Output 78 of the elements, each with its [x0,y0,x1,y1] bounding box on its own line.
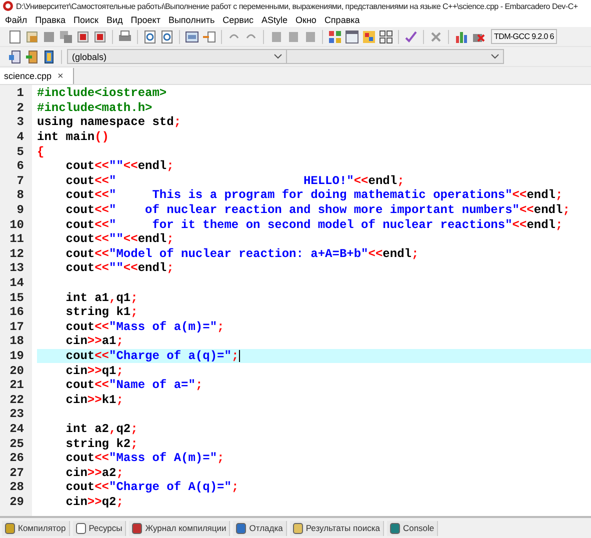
code-line: cin>>a1; [64,334,124,349]
code-line: #include<iostream> [37,86,168,101]
menu-item[interactable]: Поиск [72,14,104,24]
open-file-icon[interactable] [25,30,39,44]
find-icon[interactable] [143,30,157,44]
new-file-icon[interactable] [8,30,22,44]
window-icon[interactable] [185,30,199,44]
dropdown-caret-icon [274,54,282,59]
code-line: cout<<"Mass of a(m)="; [64,320,226,334]
resources-tab-icon [76,522,86,534]
compile-run-icon[interactable] [362,30,376,44]
save-all-icon[interactable] [59,30,73,44]
menu-item[interactable]: Окно [294,14,322,24]
code-line: cout<<" of nuclear reaction and show more important numbers"<<endl; [64,202,571,218]
code-line: cout<<" This is a program for doing mathematic operations"<<endl; [64,188,564,203]
log-tab-icon [132,522,142,534]
panel-tab[interactable]: Результаты поиска [290,520,384,536]
panel-tab[interactable]: Компилятор [2,520,70,536]
code-line: cout<<" HELLO!"<<endl; [64,174,406,188]
debug-tab-icon [236,522,246,534]
scope-select[interactable]: (globals) [67,49,287,64]
menu-item[interactable]: Проект [128,14,166,24]
code-line: string k1; [64,304,139,320]
code-line: { [37,144,46,159]
panel-tab[interactable]: Журнал компиляции [129,520,230,536]
compiler-select[interactable]: TDM-GCC 9.2.0 6 [491,29,557,44]
code-line: cout<<""<<endl; [64,261,175,276]
code-line: cout<<"Charge of A(q)="; [64,480,240,495]
code-line: cout<<"Mass of A(m)="; [64,450,226,466]
code-line: cin>>q2; [64,494,124,510]
close-tab-button[interactable]: × [58,70,64,82]
code-line: int a2,q2; [64,422,139,436]
code-line: cin>>q1; [64,363,124,378]
code-line: string k2; [64,436,139,451]
code-line: cout<<" for it theme on second model of nuclear reactions"<<endl; [64,217,564,232]
code-line: cout<<""<<endl; [64,158,175,174]
code-line: cin>>k1; [64,392,124,408]
compiler-tab-icon [5,522,15,534]
menu-item[interactable]: Выполнить [166,14,221,24]
cross-icon[interactable] [429,30,443,44]
console-tab-icon [390,522,400,534]
dropdown-caret-icon [491,54,499,59]
panel-tab[interactable]: Ресурсы [72,520,126,536]
code-line: cin>>a2; [64,465,124,480]
code-editor[interactable] [0,84,591,516]
chart-icon[interactable] [454,30,468,44]
code-line: #include<math.h> [37,100,154,116]
rebuild-icon[interactable] [379,30,393,44]
run-icon[interactable] [345,30,359,44]
remove-file-icon[interactable] [42,50,56,64]
code-line: cout<<"Model of nuclear reaction: a+A=B+b"<<endl; [64,246,420,262]
file-tab[interactable]: science.cpp × [0,68,74,84]
menu-item[interactable]: Правка [33,14,72,24]
menu-item[interactable]: Вид [104,14,129,24]
code-line: int a1,q1; [64,290,139,305]
window-title: D:\Университет\Самостоятельные работы\Выполнение работ с переменными, выражениями, представлениями на языке C++\science.cpp - Embarcadero Dev-C+ [16,2,578,10]
add-file-icon[interactable] [25,50,39,64]
print-icon[interactable] [118,30,132,44]
file-tab-label: science.cpp [4,71,52,81]
check-icon[interactable] [404,30,418,44]
goto-icon[interactable] [202,30,216,44]
code-line: cout<<""<<endl; [64,232,175,247]
menu-item[interactable]: Файл [3,14,34,24]
menu-item[interactable]: AStyle [260,14,294,24]
menu-item[interactable]: Справка [322,14,366,24]
panel-tab[interactable]: Отладка [233,520,287,536]
code-line: using namespace std; [37,115,182,130]
menu-item[interactable]: Сервис [220,14,260,24]
text-cursor [238,350,240,362]
search-tab-icon [292,522,303,534]
close-all-icon[interactable] [93,30,107,44]
new-project-icon[interactable] [8,50,22,64]
replace-icon[interactable] [160,30,174,44]
panel-tab[interactable]: Console [386,520,438,536]
close-file-icon[interactable] [76,30,90,44]
code-line: cout<<"Name of a="; [64,378,204,392]
code-line: int main() [37,130,110,144]
compile-icon[interactable] [328,30,342,44]
